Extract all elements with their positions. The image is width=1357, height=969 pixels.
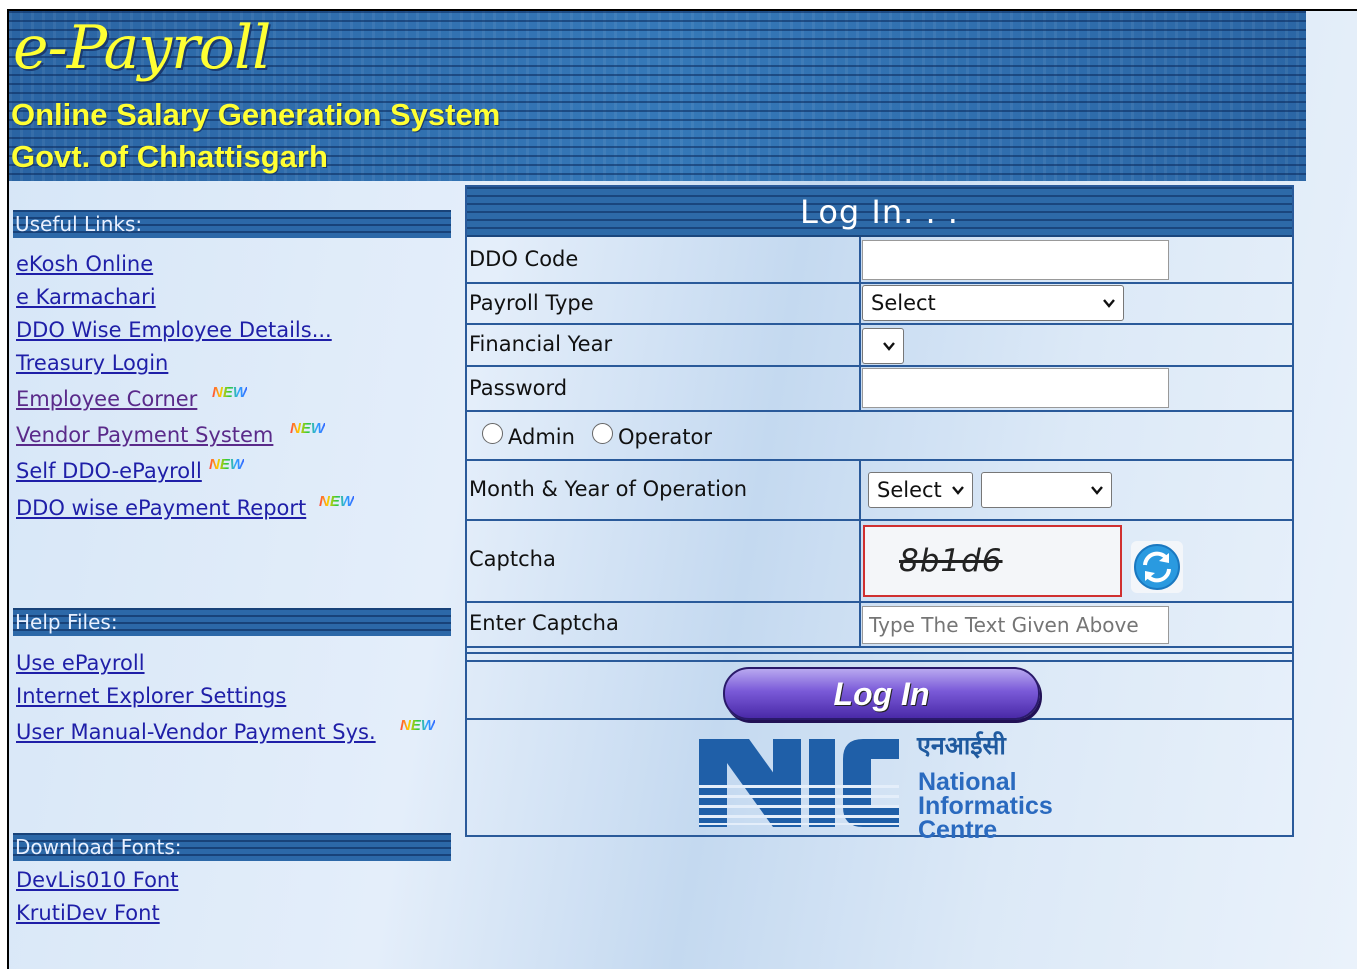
help-files-heading: Help Files: [13,608,451,636]
financial-year-select[interactable] [862,328,904,364]
nic-name-line3: Centre [918,816,998,844]
new-badge: NEW [290,420,325,437]
new-badge: NEW [212,384,247,401]
column-divider [859,237,861,410]
financial-year-label: Financial Year [469,332,613,356]
row-divider [467,323,1292,325]
nic-name-line2: Informatics [918,792,1053,820]
enter-captcha-label: Enter Captcha [469,611,619,635]
refresh-captcha-icon[interactable] [1131,541,1183,593]
row-divider [467,660,1292,662]
link-ddo-wise-epayment-report[interactable]: DDO wise ePayment Report [16,496,306,520]
row-divider [467,646,1292,648]
chevron-down-icon [1103,299,1115,308]
admin-radio[interactable] [482,423,503,444]
app-title: e-Payroll [13,13,271,83]
link-user-manual-vendor[interactable]: User Manual-Vendor Payment Sys. [16,720,376,744]
link-use-epayroll[interactable]: Use ePayroll [16,651,145,675]
link-devlis010-font[interactable]: DevLis010 Font [16,868,178,892]
new-badge: NEW [209,456,244,473]
password-input[interactable] [862,368,1169,408]
row-divider [467,519,1292,521]
password-label: Password [469,376,568,400]
nic-logo-icon [699,739,899,827]
row-divider [467,601,1292,603]
govt-subtitle: Govt. of Chhattisgarh [11,139,328,174]
page-frame: e-Payroll Online Salary Generation Syste… [7,9,1357,969]
nic-name-line1: National [918,768,1017,796]
payroll-type-select[interactable]: Select [862,285,1124,321]
login-button[interactable]: Log In [723,667,1040,720]
new-badge: NEW [400,717,435,734]
ddo-code-label: DDO Code [469,247,579,271]
row-divider [467,652,1292,654]
column-divider [859,459,861,646]
link-ekosh-online[interactable]: eKosh Online [16,252,153,276]
login-panel: Log In. . . DDO Code Payroll Type Select… [465,185,1294,843]
operator-radio[interactable] [592,423,613,444]
month-year-label: Month & Year of Operation [469,477,748,501]
row-divider [467,459,1292,461]
captcha-label: Captcha [469,547,556,571]
chevron-down-icon [883,342,895,351]
enter-captcha-input[interactable] [862,606,1169,644]
year-select[interactable] [981,472,1112,508]
nic-hindi-name: एनआईसी [917,731,1006,760]
login-header: Log In. . . [467,187,1292,237]
month-selected: Select [877,478,942,502]
captcha-image: 8b1d6 [863,525,1122,597]
link-e-karmachari[interactable]: e Karmachari [16,285,156,309]
link-employee-corner[interactable]: Employee Corner [16,387,197,411]
row-divider [467,410,1292,412]
payroll-type-selected: Select [871,291,936,315]
payroll-type-label: Payroll Type [469,291,594,315]
row-divider [467,282,1292,284]
operator-radio-label: Operator [618,425,712,449]
admin-radio-label: Admin [508,425,575,449]
header-banner: e-Payroll Online Salary Generation Syste… [9,11,1306,181]
row-divider [467,365,1292,367]
link-krutidev-font[interactable]: KrutiDev Font [16,901,160,925]
captcha-text: 8b1d6 [899,543,1003,579]
link-treasury-login[interactable]: Treasury Login [16,351,168,375]
chevron-down-icon [1091,486,1103,495]
link-internet-explorer-settings[interactable]: Internet Explorer Settings [16,684,286,708]
link-ddo-wise-employee[interactable]: DDO Wise Employee Details... [16,318,332,342]
chevron-down-icon [952,486,964,495]
link-self-ddo-epayroll[interactable]: Self DDO-ePayroll [16,459,202,483]
app-subtitle: Online Salary Generation System [11,97,501,132]
new-badge: NEW [319,493,354,510]
login-title: Log In. . . [800,193,959,231]
ddo-code-input[interactable] [862,240,1169,280]
download-fonts-heading: Download Fonts: [13,833,451,861]
link-vendor-payment-system[interactable]: Vendor Payment System [16,423,273,447]
month-select[interactable]: Select [868,472,973,508]
useful-links-heading: Useful Links: [13,210,451,238]
